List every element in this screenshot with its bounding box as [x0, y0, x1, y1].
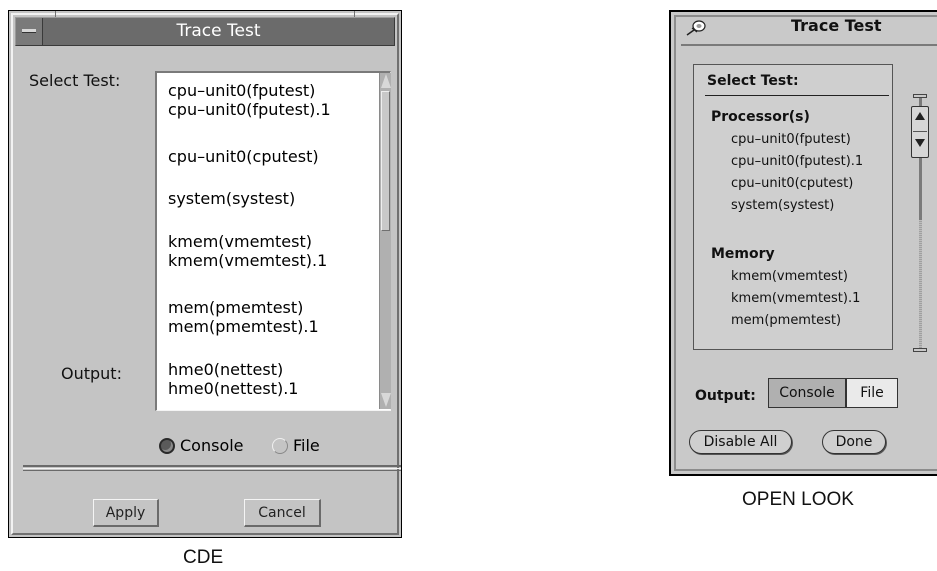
divider — [23, 468, 401, 469]
output-file-choice[interactable]: File — [847, 378, 898, 408]
title-bar[interactable]: Trace Test — [15, 17, 395, 46]
test-scrolling-list[interactable]: Select Test: Processor(s) cpu–unit0(fput… — [693, 64, 893, 350]
group-label: Memory — [711, 246, 775, 262]
scrollbar-bottom-anchor[interactable] — [913, 348, 927, 352]
scrollbar-thumb[interactable] — [381, 91, 390, 231]
radio-file[interactable]: File — [272, 435, 320, 457]
list-item[interactable]: kmem(vmemtest) — [731, 269, 848, 284]
done-button[interactable]: Done — [822, 430, 886, 454]
radio-unselected-icon — [272, 438, 288, 454]
title-divider — [681, 44, 937, 46]
pushpin-icon[interactable] — [685, 20, 707, 36]
list-item[interactable]: kmem(vmemtest).1 — [168, 251, 327, 270]
test-list[interactable]: cpu–unit0(fputest) cpu–unit0(fputest).1 … — [155, 71, 391, 411]
scroll-up-arrow-icon[interactable] — [915, 112, 925, 120]
list-item[interactable]: cpu–unit0(fputest) — [168, 81, 315, 100]
cde-trace-test-window: Trace Test Select Test: Output: cpu–unit… — [8, 10, 402, 538]
list-item[interactable]: mem(pmemtest) — [168, 298, 303, 317]
list-item[interactable]: mem(pmemtest).1 — [168, 317, 319, 336]
window-title: Trace Test — [791, 16, 882, 35]
apply-button[interactable]: Apply — [93, 499, 159, 527]
radio-file-label: File — [293, 436, 320, 455]
radio-console[interactable]: Console — [159, 435, 244, 457]
vertical-scrollbar[interactable] — [379, 73, 391, 409]
list-item[interactable]: kmem(vmemtest) — [168, 232, 312, 251]
openlook-trace-test-window: Trace Test Select Test: Processor(s) cpu… — [669, 10, 937, 476]
scroll-up-arrow-icon[interactable] — [381, 74, 391, 88]
scroll-down-arrow-icon[interactable] — [381, 393, 391, 407]
list-item[interactable]: cpu–unit0(cputest) — [731, 176, 853, 191]
list-item[interactable]: cpu–unit0(cputest) — [168, 147, 319, 166]
radio-console-label: Console — [180, 436, 244, 455]
divider — [23, 465, 401, 467]
elevator-divider — [913, 131, 927, 132]
scrollbar-elevator[interactable] — [911, 106, 929, 158]
scrollbar-cable — [919, 98, 922, 106]
disable-all-button[interactable]: Disable All — [689, 430, 792, 454]
list-item[interactable]: hme0(nettest).1 — [168, 379, 298, 398]
vertical-scrollbar[interactable] — [911, 94, 929, 352]
list-item[interactable]: system(systest) — [168, 189, 295, 208]
cde-caption: CDE — [183, 547, 224, 568]
scroll-down-arrow-icon[interactable] — [915, 139, 925, 147]
window-menu-button[interactable] — [16, 18, 43, 45]
header-underline — [705, 95, 889, 96]
list-item[interactable]: system(systest) — [731, 198, 834, 213]
output-label: Output: — [61, 364, 122, 383]
list-item[interactable]: mem(pmemtest) — [731, 313, 841, 328]
list-item[interactable]: cpu–unit0(fputest).1 — [168, 100, 331, 119]
divider — [23, 470, 401, 471]
list-item[interactable]: hme0(nettest) — [168, 360, 283, 379]
openlook-caption: OPEN LOOK — [742, 489, 854, 510]
group-label: Processor(s) — [711, 109, 810, 125]
output-console-choice[interactable]: Console — [768, 378, 847, 408]
window-menu-icon — [22, 29, 36, 33]
output-label: Output: — [695, 388, 756, 404]
window-title: Trace Test — [176, 21, 261, 41]
list-item[interactable]: kmem(vmemtest).1 — [731, 291, 860, 306]
scrollbar-cable — [919, 220, 922, 348]
radio-selected-icon — [159, 438, 175, 454]
select-test-label: Select Test: — [707, 73, 799, 89]
cancel-button[interactable]: Cancel — [244, 499, 321, 527]
list-item[interactable]: cpu–unit0(fputest) — [731, 132, 851, 147]
list-item[interactable]: cpu–unit0(fputest).1 — [731, 154, 863, 169]
scrollbar-cable-filled — [919, 158, 922, 220]
select-test-label: Select Test: — [29, 71, 121, 90]
